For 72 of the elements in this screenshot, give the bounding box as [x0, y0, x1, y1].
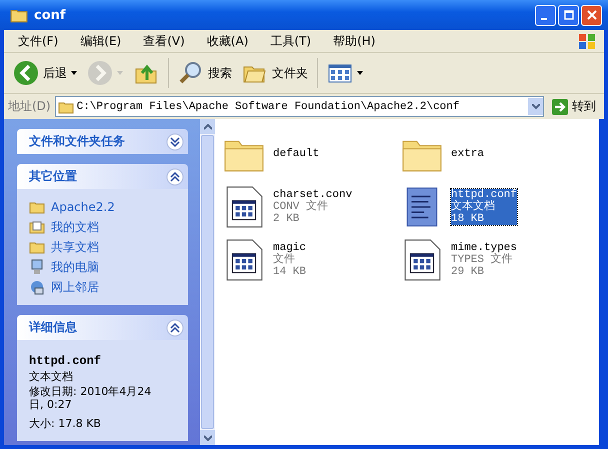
caret-icon [117, 71, 123, 75]
menu-item[interactable]: 查看(V) [137, 32, 191, 50]
minimize-button[interactable] [535, 4, 556, 26]
menu-item[interactable]: 编辑(E) [74, 32, 128, 50]
modified-date: 修改日期: 2010年4月24日, 0:27 [29, 385, 152, 411]
file-size: 29 KB [451, 266, 486, 278]
file-name: default [273, 148, 320, 160]
search-button[interactable]: 搜索 [175, 58, 235, 88]
address-label: 地址(D) [8, 98, 51, 115]
chevron-up-icon [204, 124, 212, 130]
chevron-down-icon [204, 434, 212, 440]
chevron-icon[interactable] [166, 168, 184, 186]
maximize-button[interactable] [558, 4, 579, 26]
folder-icon [10, 7, 28, 23]
file-type: CONV 文件 [273, 200, 330, 212]
computer-icon [29, 259, 45, 275]
go-arrow-icon [552, 98, 568, 114]
search-icon [178, 60, 204, 86]
scroll-up-button[interactable] [200, 119, 215, 134]
network-icon [29, 279, 45, 295]
place-link[interactable]: 网上邻居 [29, 279, 180, 295]
file-size: 2 KB [273, 212, 300, 224]
file-name: httpd.conf [29, 354, 102, 368]
window-title: conf [34, 8, 67, 22]
scroll-down-button[interactable] [200, 430, 215, 445]
windows-logo-icon [576, 31, 598, 51]
file-type: 文本文档 [29, 369, 74, 384]
file-item[interactable]: charset.conv CONV 文件 2 KB [223, 180, 401, 233]
go-button[interactable]: 转到 [548, 98, 600, 115]
file-size: 大小: 17.8 KB [29, 416, 102, 431]
documents-folder-icon [29, 219, 45, 235]
scroll-thumb[interactable] [201, 135, 214, 429]
maximize-icon [564, 10, 574, 20]
file-item[interactable]: extra [401, 127, 579, 180]
chevron-icon[interactable] [166, 318, 184, 336]
file-name: mime.types [451, 242, 518, 254]
scrollbar[interactable] [200, 119, 215, 445]
file-name: extra [451, 148, 484, 160]
close-icon [586, 10, 596, 20]
file-item[interactable]: default [223, 127, 401, 180]
caret-icon [71, 71, 77, 75]
panel-header[interactable]: 其它位置 [17, 164, 188, 189]
minimize-icon [541, 18, 547, 20]
panel-header[interactable]: 详细信息 [17, 315, 188, 340]
place-link[interactable]: 我的文档 [29, 219, 180, 235]
file-item[interactable]: magic 文件 14 KB [223, 233, 401, 286]
file-name: httpd.conf [451, 188, 518, 200]
close-button[interactable] [581, 4, 602, 26]
address-field[interactable]: C:\Program Files\Apache Software Foundation\Apache2.2\conf [54, 96, 544, 117]
chevron-down-icon [532, 104, 540, 110]
menu-item[interactable]: 文件(F) [12, 32, 64, 50]
menu-item[interactable]: 帮助(H) [327, 32, 382, 50]
back-button[interactable]: 后退 [10, 58, 80, 88]
dropdown-button[interactable] [528, 98, 543, 115]
file-type: 文本文档 [451, 200, 496, 212]
file-item[interactable]: httpd.conf 文本文档 18 KB [401, 180, 579, 233]
folders-button[interactable]: 文件夹 [239, 58, 311, 88]
menu-item[interactable]: 工具(T) [264, 32, 318, 50]
caret-icon [357, 71, 363, 75]
file-type: 文件 [273, 254, 296, 266]
file-size: 18 KB [451, 212, 486, 224]
file-name: magic [273, 242, 306, 254]
file-type: TYPES 文件 [451, 254, 514, 266]
place-link[interactable]: 共享文档 [29, 239, 180, 255]
chevron-icon[interactable] [166, 132, 184, 150]
panel-header[interactable]: 文件和文件夹任务 [17, 129, 188, 154]
menu-item[interactable]: 收藏(A) [200, 32, 254, 50]
file-item[interactable]: mime.types TYPES 文件 29 KB [401, 233, 579, 286]
file-size: 14 KB [273, 266, 306, 278]
file-name: charset.conv [273, 188, 352, 200]
place-link[interactable]: 我的电脑 [29, 259, 180, 275]
place-link[interactable]: Apache2.2 [29, 199, 180, 215]
